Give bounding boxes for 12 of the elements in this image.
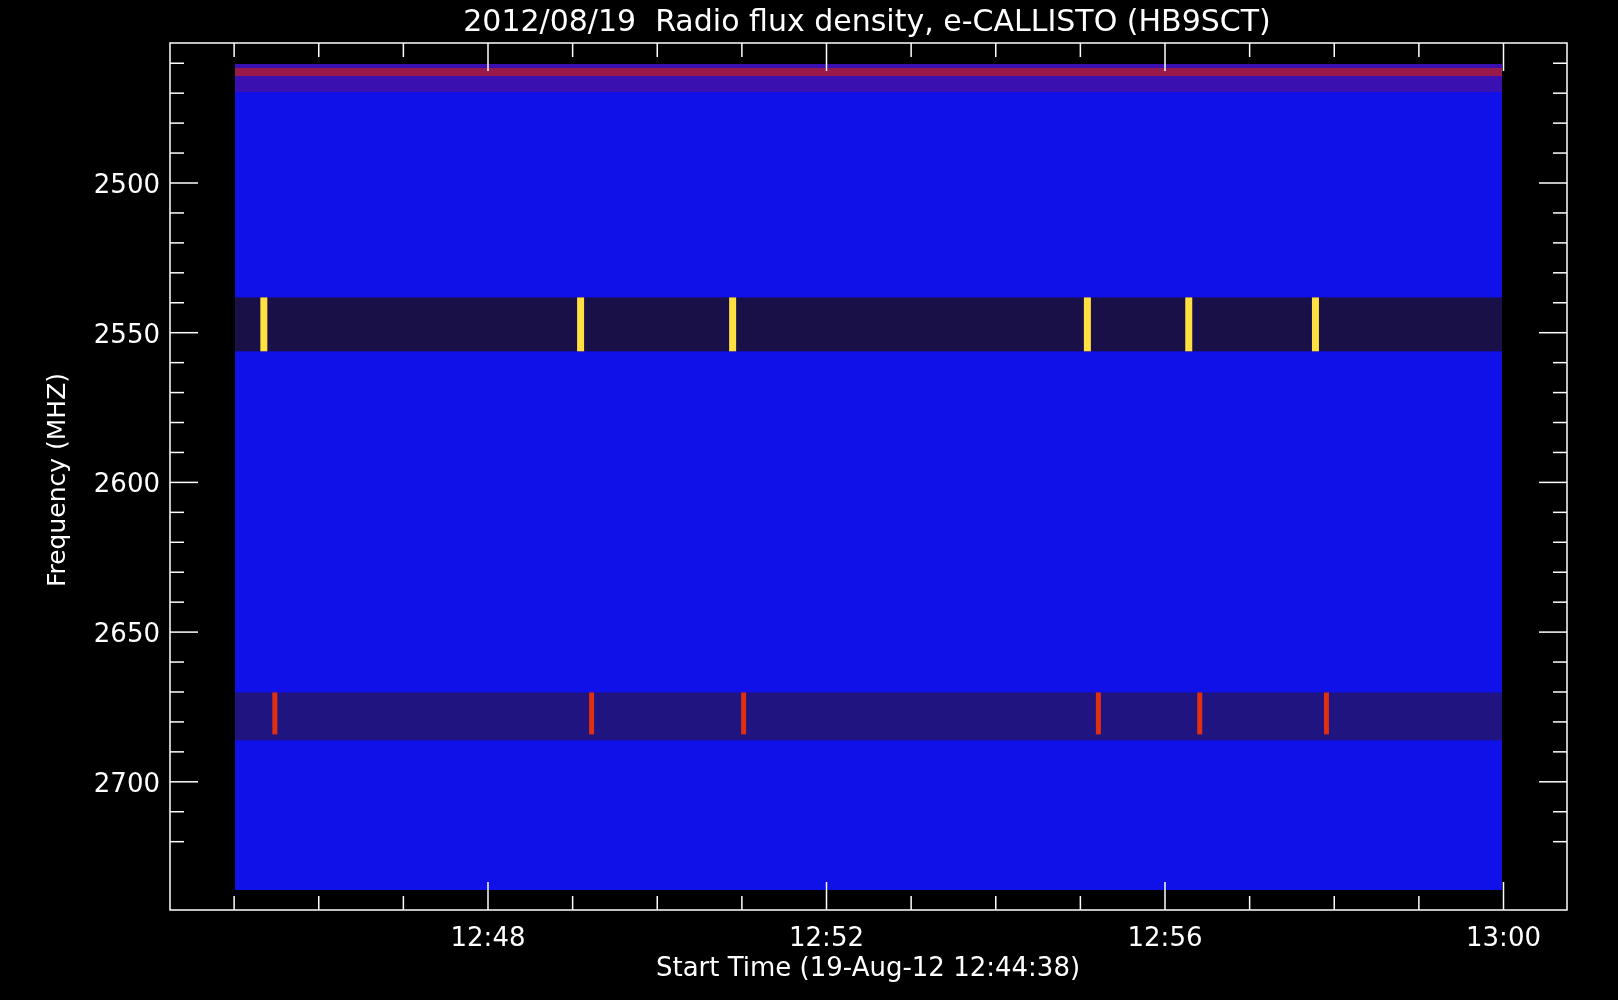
x-axis-label: Start Time (19-Aug-12 12:44:38) xyxy=(655,952,1081,982)
y-tick-label: 2650 xyxy=(93,618,160,649)
y-tick-label: 2500 xyxy=(93,169,160,199)
y-tick-label: 2700 xyxy=(93,767,160,798)
y-tick-label: 2600 xyxy=(93,468,160,499)
x-tick-label: 12:48 xyxy=(450,922,526,952)
x-tick-label: 13:00 xyxy=(1466,922,1541,952)
x-tick-label: 12:52 xyxy=(789,922,864,952)
y-axis-label: Frequency (MHZ) xyxy=(42,372,71,588)
y-tick-label: 2550 xyxy=(93,318,160,349)
chart-title: 2012/08/19 Radio flux density, e-CALLISTO (HB9SCT) xyxy=(463,3,1271,38)
x-tick-label: 12:56 xyxy=(1127,922,1203,952)
